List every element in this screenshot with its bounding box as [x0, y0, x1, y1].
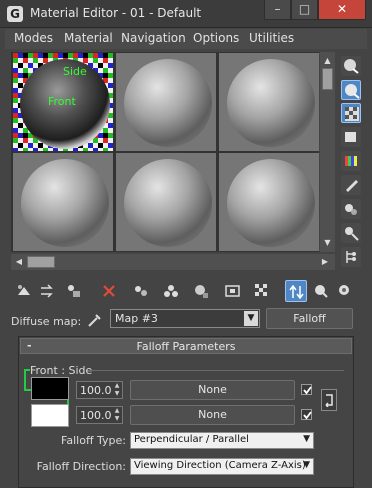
- sample-slots: Side Front: [11, 52, 319, 252]
- show-map-in-viewport-icon[interactable]: [222, 280, 244, 302]
- slot-side-label: Side: [63, 65, 87, 78]
- sample-slot-2[interactable]: [116, 53, 216, 151]
- falloff-type-dropdown[interactable]: Perpendicular / Parallel ▼: [130, 432, 314, 449]
- reset-map-icon[interactable]: [98, 280, 120, 302]
- material-map-navigator-icon[interactable]: [341, 247, 361, 267]
- chevron-down-icon: ▼: [303, 434, 310, 444]
- side-amount-value: 100.0: [80, 409, 112, 422]
- sample-slot-5[interactable]: [116, 153, 216, 251]
- spinner-arrows-icon[interactable]: ▲ ▼: [112, 407, 122, 423]
- diffuse-map-label: Diffuse map:: [11, 315, 82, 328]
- material-options-icon[interactable]: [341, 199, 361, 219]
- sample-slot-3[interactable]: [219, 53, 319, 151]
- spinner-arrows-icon[interactable]: ▲ ▼: [112, 382, 122, 398]
- scroll-up-icon[interactable]: ▲: [320, 54, 335, 68]
- scroll-down-icon[interactable]: ▼: [320, 236, 335, 250]
- menu-bar: Modes Material Navigation Options Utilit…: [5, 29, 367, 49]
- maximize-button[interactable]: □: [291, 0, 318, 20]
- front-map-button[interactable]: None: [130, 380, 295, 400]
- map-name-value: Map #3: [115, 312, 158, 325]
- put-material-icon[interactable]: [36, 280, 58, 302]
- falloff-type-label: Falloff Type:: [61, 434, 126, 447]
- swap-icon: [325, 394, 333, 407]
- make-unique-icon[interactable]: [130, 280, 152, 302]
- window-title: Material Editor - 01 - Default: [30, 6, 202, 20]
- material-toolbar: [9, 280, 364, 304]
- sample-slot-1[interactable]: Side Front: [13, 53, 113, 151]
- side-color-swatch[interactable]: [31, 404, 69, 427]
- side-map-checkbox[interactable]: [301, 409, 312, 420]
- falloff-type-value: Perpendicular / Parallel: [134, 434, 249, 445]
- backlight-icon[interactable]: [341, 80, 361, 100]
- scroll-left-icon[interactable]: ◀: [13, 255, 25, 269]
- sample-type-icon[interactable]: [341, 56, 361, 76]
- map-name-field[interactable]: Map #3 ▼: [110, 309, 260, 328]
- menu-navigation[interactable]: Navigation: [121, 31, 186, 45]
- go-to-parent-icon[interactable]: [285, 280, 307, 302]
- menu-material[interactable]: Material: [64, 31, 113, 45]
- falloff-direction-dropdown[interactable]: Viewing Direction (Camera Z-Axis) ▼: [130, 458, 314, 475]
- select-by-material-icon[interactable]: [341, 223, 361, 243]
- sample-slot-4[interactable]: [13, 153, 113, 251]
- go-forward-to-sibling-icon[interactable]: [310, 280, 332, 302]
- assign-material-icon[interactable]: [63, 280, 85, 302]
- video-color-check-icon[interactable]: [341, 151, 361, 171]
- scroll-thumb[interactable]: [322, 68, 333, 90]
- rollout-header[interactable]: - Falloff Parameters: [20, 338, 352, 354]
- sample-uv-tiling-icon[interactable]: [341, 127, 361, 147]
- slot-front-label: Front: [48, 95, 76, 108]
- get-material-icon[interactable]: [13, 280, 35, 302]
- make-preview-icon[interactable]: [341, 175, 361, 195]
- side-map-button[interactable]: None: [130, 405, 295, 425]
- eyedropper-icon[interactable]: [86, 311, 104, 329]
- slots-horizontal-scrollbar[interactable]: ◀ ▶: [11, 254, 335, 270]
- material-id-channel-icon[interactable]: [190, 280, 212, 302]
- falloff-direction-value: Viewing Direction (Camera Z-Axis): [134, 460, 306, 471]
- menu-modes[interactable]: Modes: [14, 31, 53, 45]
- rollout-title: Falloff Parameters: [136, 340, 236, 353]
- side-amount-spinner[interactable]: 100.0 ▲ ▼: [76, 406, 123, 424]
- front-amount-spinner[interactable]: 100.0 ▲ ▼: [76, 381, 123, 399]
- map-name-dropdown-icon[interactable]: ▼: [244, 311, 258, 326]
- pick-material-icon[interactable]: [334, 280, 356, 302]
- background-checker-icon[interactable]: [341, 103, 361, 123]
- menu-utilities[interactable]: Utilities: [249, 31, 294, 45]
- falloff-direction-label: Falloff Direction:: [36, 460, 126, 473]
- show-end-result-icon[interactable]: [251, 280, 273, 302]
- swap-colors-button[interactable]: [321, 389, 337, 411]
- chevron-down-icon: ▼: [303, 460, 310, 470]
- map-type-button[interactable]: Falloff: [266, 308, 353, 329]
- front-amount-value: 100.0: [80, 384, 112, 397]
- scroll-right-icon[interactable]: ▶: [319, 255, 331, 269]
- close-button[interactable]: ✕: [318, 0, 366, 20]
- menu-options[interactable]: Options: [193, 31, 239, 45]
- put-to-library-icon[interactable]: [160, 280, 182, 302]
- hscroll-thumb[interactable]: [27, 256, 55, 268]
- app-icon[interactable]: G: [7, 6, 23, 22]
- group-divider: [88, 370, 344, 371]
- minimize-button[interactable]: –: [264, 0, 291, 20]
- front-color-swatch[interactable]: [31, 377, 69, 400]
- sample-slot-6[interactable]: [219, 153, 319, 251]
- slots-vertical-scrollbar[interactable]: ▲ ▼: [320, 52, 335, 252]
- front-map-checkbox[interactable]: [301, 384, 312, 395]
